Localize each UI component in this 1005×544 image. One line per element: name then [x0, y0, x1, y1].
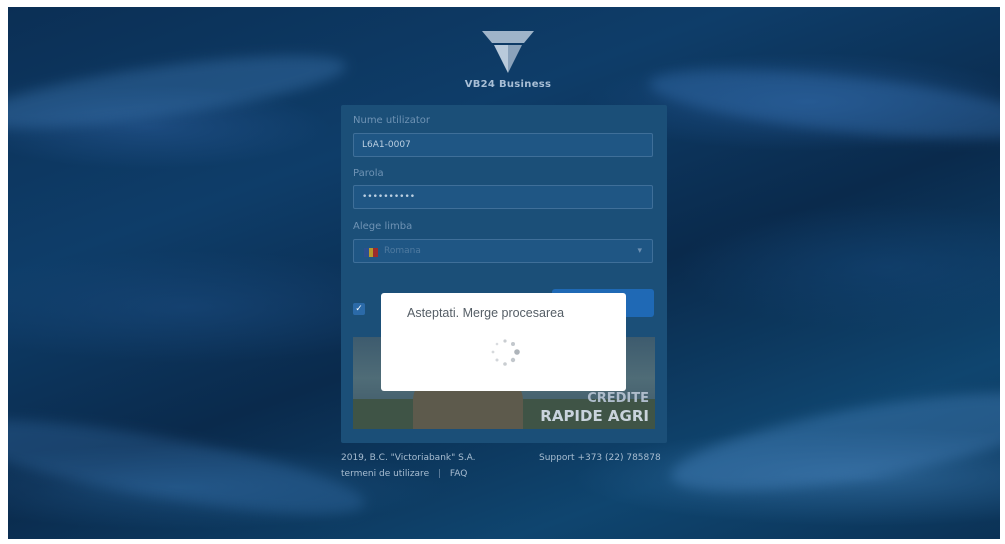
chevron-down-icon: ▾ [637, 246, 642, 256]
dialog-message: Asteptati. Merge procesarea [407, 306, 565, 320]
banner-line-1: CREDITE [587, 391, 649, 406]
footer-links: termeni de utilizare | FAQ [341, 469, 467, 479]
background-wave [664, 372, 1000, 512]
processing-dialog: Asteptati. Merge procesarea [381, 293, 626, 391]
support-phone: Support +373 (22) 785878 [539, 453, 661, 463]
background-wave [8, 40, 350, 144]
brand-name: VB24 Business [464, 79, 552, 90]
faq-link[interactable]: FAQ [450, 469, 467, 479]
background-screen: VB24 Business Nume utilizator L6A1-0007 … [8, 7, 1000, 539]
username-input[interactable]: L6A1-0007 [353, 133, 653, 157]
terms-link[interactable]: termeni de utilizare [341, 469, 429, 479]
copyright-text: 2019, B.C. "Victoriabank" S.A. [341, 453, 476, 463]
password-label: Parola [353, 168, 384, 179]
language-value: Romana [384, 246, 421, 256]
language-select[interactable]: Romana ▾ [353, 239, 653, 263]
check-icon: ✓ [355, 304, 363, 314]
victoriabank-logo-icon [482, 31, 534, 73]
language-label: Alege limba [353, 221, 413, 232]
password-input[interactable]: •••••••••• [353, 185, 653, 209]
username-label: Nume utilizator [353, 115, 431, 126]
background-wave [8, 400, 371, 534]
loading-spinner-icon [491, 339, 520, 366]
banner-line-2: RAPIDE AGRI [540, 407, 649, 425]
login-panel: Nume utilizator L6A1-0007 Parola •••••••… [341, 105, 667, 443]
romania-flag-icon [364, 248, 379, 257]
footer-separator: | [437, 469, 442, 479]
background-wave [646, 56, 1000, 153]
remember-checkbox[interactable]: ✓ [353, 303, 365, 315]
